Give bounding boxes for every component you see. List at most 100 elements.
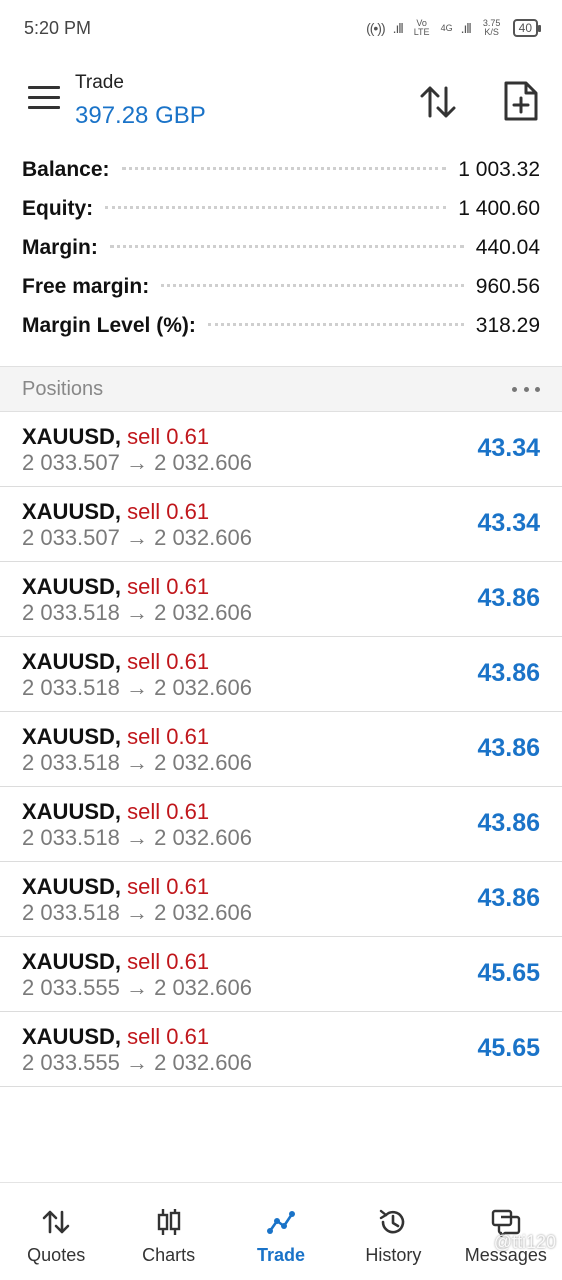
nav-label: History [365, 1245, 422, 1265]
dotted-leader [207, 323, 464, 326]
position-prices: 2 033.507 → 2 032.606 [22, 450, 252, 475]
account-balance-display: 397.28 GBP [75, 102, 206, 129]
network-indicator: 4G [440, 22, 453, 33]
position-side: sell 0.61 [127, 874, 210, 899]
position-row[interactable]: XAUUSD, sell 0.61 2 033.555 → 2 032.606 … [0, 937, 562, 1012]
sort-icon[interactable] [418, 82, 458, 122]
position-symbol: XAUUSD, [22, 424, 122, 449]
quotes-icon [42, 1210, 70, 1234]
position-prices: 2 033.507 → 2 032.606 [22, 525, 252, 550]
position-side: sell 0.61 [127, 724, 210, 749]
watermark: @tti120 [493, 1232, 556, 1252]
signal-icon: .ıll [392, 20, 404, 36]
battery-icon: 40 [512, 19, 542, 37]
summary-label: Free margin: [22, 275, 150, 298]
position-symbol: XAUUSD, [22, 799, 122, 824]
position-row[interactable]: XAUUSD, sell 0.61 2 033.518 → 2 032.606 … [0, 787, 562, 862]
account-summary: Balance: 1 003.32 Equity: 1 400.60 Margi… [0, 158, 562, 353]
position-profit: 45.65 [477, 1034, 540, 1062]
summary-label: Margin: [22, 236, 98, 259]
position-profit: 43.86 [477, 734, 540, 762]
summary-row-equity: Equity: 1 400.60 [0, 197, 562, 236]
nav-history[interactable]: History [337, 1183, 449, 1280]
new-order-icon[interactable] [500, 80, 540, 122]
summary-row-balance: Balance: 1 003.32 [0, 158, 562, 197]
position-symbol: XAUUSD, [22, 574, 122, 599]
position-side: sell 0.61 [127, 424, 210, 449]
positions-section-header: Positions [0, 366, 562, 412]
nav-label: Charts [142, 1245, 196, 1265]
position-symbol: XAUUSD, [22, 724, 122, 749]
position-row[interactable]: XAUUSD, sell 0.61 2 033.518 → 2 032.606 … [0, 862, 562, 937]
position-prices: 2 033.518 → 2 032.606 [22, 825, 252, 850]
status-bar: 5:20 PM ((•)) .ıll Vo LTE 4G .ıll 3.75 K… [0, 0, 562, 56]
charts-icon [157, 1209, 180, 1235]
position-prices: 2 033.518 → 2 032.606 [22, 900, 252, 925]
summary-label: Balance: [22, 158, 110, 181]
history-icon [380, 1209, 405, 1234]
status-time: 5:20 PM [24, 17, 92, 38]
signal-icon-2: .ıll [460, 20, 472, 36]
position-profit: 43.34 [477, 509, 540, 537]
menu-icon[interactable] [28, 86, 60, 110]
position-side: sell 0.61 [127, 799, 210, 824]
position-symbol: XAUUSD, [22, 649, 122, 674]
position-prices: 2 033.555 → 2 032.606 [22, 1050, 252, 1075]
summary-value: 960.56 [475, 275, 540, 298]
nav-charts[interactable]: Charts [112, 1183, 224, 1280]
position-row[interactable]: XAUUSD, sell 0.61 2 033.507 → 2 032.606 … [0, 487, 562, 562]
hotspot-icon: ((•)) [366, 20, 386, 36]
dotted-leader [121, 167, 447, 170]
page-title: Trade [75, 72, 124, 93]
dotted-leader [109, 245, 464, 248]
position-side: sell 0.61 [127, 1024, 210, 1049]
volte-indicator: Vo LTE [413, 18, 430, 37]
positions-title: Positions [22, 377, 104, 400]
dotted-leader [105, 206, 447, 209]
position-symbol: XAUUSD, [22, 874, 122, 899]
position-side: sell 0.61 [127, 649, 210, 674]
summary-value: 440.04 [475, 236, 540, 259]
summary-label: Margin Level (%): [22, 314, 196, 337]
position-row[interactable]: XAUUSD, sell 0.61 2 033.518 → 2 032.606 … [0, 562, 562, 637]
position-profit: 43.86 [477, 659, 540, 687]
position-prices: 2 033.518 → 2 032.606 [22, 600, 252, 625]
position-profit: 43.86 [477, 809, 540, 837]
summary-value: 318.29 [475, 314, 540, 337]
position-row[interactable]: XAUUSD, sell 0.61 2 033.555 → 2 032.606 … [0, 1012, 562, 1087]
position-prices: 2 033.555 → 2 032.606 [22, 975, 252, 1000]
position-profit: 43.34 [477, 434, 540, 462]
summary-row-free-margin: Free margin: 960.56 [0, 275, 562, 314]
nav-quotes[interactable]: Quotes [0, 1183, 112, 1280]
position-symbol: XAUUSD, [22, 499, 122, 524]
speed-indicator: 3.75 K/S [482, 18, 501, 37]
nav-trade[interactable]: Trade [225, 1183, 337, 1280]
position-side: sell 0.61 [127, 949, 210, 974]
position-row[interactable]: XAUUSD, sell 0.61 2 033.518 → 2 032.606 … [0, 712, 562, 787]
summary-value: 1 003.32 [458, 158, 540, 181]
more-options-icon[interactable] [512, 386, 540, 392]
position-row[interactable]: XAUUSD, sell 0.61 2 033.518 → 2 032.606 … [0, 637, 562, 712]
nav-label: Trade [257, 1245, 306, 1265]
summary-row-margin-level: Margin Level (%): 318.29 [0, 314, 562, 353]
bottom-navigation: Quotes Charts Trade History Messages [0, 1182, 562, 1280]
position-prices: 2 033.518 → 2 032.606 [22, 750, 252, 775]
position-profit: 43.86 [477, 884, 540, 912]
summary-row-margin: Margin: 440.04 [0, 236, 562, 275]
nav-label: Quotes [27, 1245, 86, 1265]
summary-label: Equity: [22, 197, 94, 220]
position-prices: 2 033.518 → 2 032.606 [22, 675, 252, 700]
trade-icon [267, 1211, 296, 1234]
app-header: Trade 397.28 GBP [0, 64, 562, 140]
positions-list: XAUUSD, sell 0.61 2 033.507 → 2 032.606 … [0, 412, 562, 1087]
position-symbol: XAUUSD, [22, 949, 122, 974]
position-symbol: XAUUSD, [22, 1024, 122, 1049]
position-side: sell 0.61 [127, 499, 210, 524]
position-profit: 43.86 [477, 584, 540, 612]
position-row[interactable]: XAUUSD, sell 0.61 2 033.507 → 2 032.606 … [0, 412, 562, 487]
summary-value: 1 400.60 [458, 197, 540, 220]
status-icons: ((•)) .ıll Vo LTE 4G .ıll 3.75 K/S 40 [366, 18, 542, 37]
position-profit: 45.65 [477, 959, 540, 987]
position-side: sell 0.61 [127, 574, 210, 599]
dotted-leader [161, 284, 464, 287]
